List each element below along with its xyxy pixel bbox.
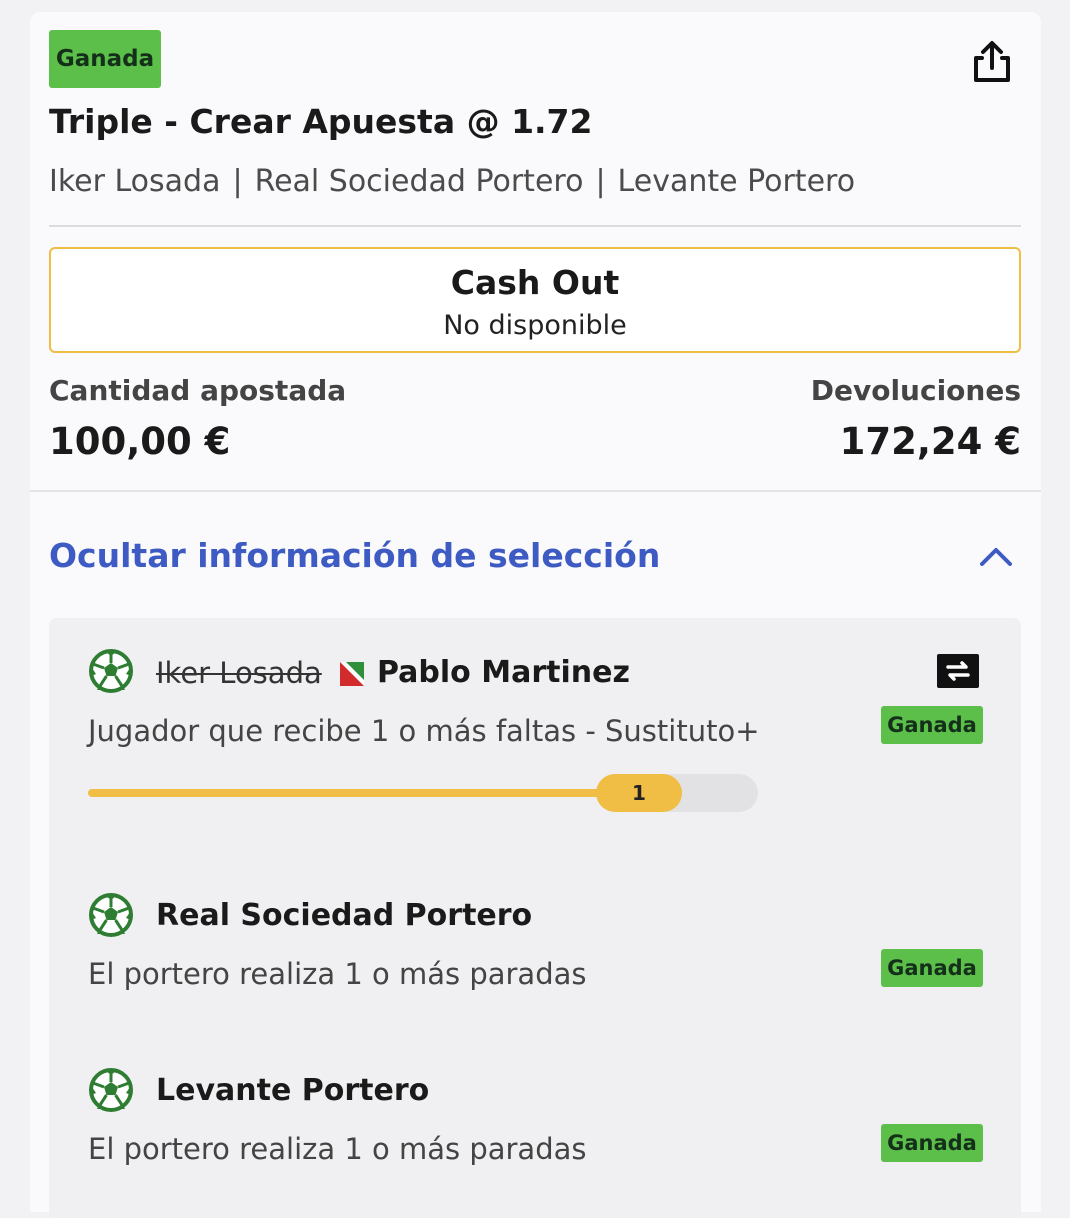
share-icon[interactable] <box>968 38 1016 86</box>
cashout-subtitle: No disponible <box>443 310 627 341</box>
selection-item: Iker Losada Pablo Martinez Jugador que r… <box>49 618 1021 848</box>
progress-bar: 1 <box>88 774 758 812</box>
cashout-title: Cash Out <box>450 263 620 302</box>
chevron-up-icon[interactable] <box>978 542 1014 570</box>
selection-name: Levante Portero <box>156 1073 430 1108</box>
bet-title: Triple - Crear Apuesta @ 1.72 <box>49 102 593 141</box>
selection-item: Real Sociedad Portero El portero realiza… <box>49 868 1021 1028</box>
selection-name: Pablo Martinez <box>377 655 630 690</box>
selection-market: El portero realiza 1 o más paradas <box>88 1132 587 1166</box>
hide-selection-info-link[interactable]: Ocultar información de selección <box>49 536 660 575</box>
selection-item: Levante Portero El portero realiza 1 o m… <box>49 1048 1021 1208</box>
legs-separator: | <box>232 164 243 199</box>
legs-summary: Iker Losada | Real Sociedad Portero | Levant… <box>49 164 855 199</box>
selections-panel: Iker Losada Pablo Martinez Jugador que r… <box>49 618 1021 1218</box>
selection-status-badge: Ganada <box>881 1124 983 1162</box>
bet-card: Ganada Triple - Crear Apuesta @ 1.72 Ike… <box>30 12 1041 1218</box>
progress-fill <box>88 789 616 797</box>
returns-label: Devoluciones <box>810 374 1021 407</box>
bet-status-badge: Ganada <box>49 30 161 88</box>
stake-value: 100,00 € <box>49 420 231 463</box>
returns-value: 172,24 € <box>839 420 1021 463</box>
soccer-ball-icon <box>88 1067 134 1113</box>
replaced-player-name: Iker Losada <box>156 656 322 690</box>
selection-market: Jugador que recibe 1 o más faltas - Sust… <box>88 714 760 748</box>
stake-label: Cantidad apostada <box>49 374 347 407</box>
stake-divider <box>30 490 1041 492</box>
legs-separator: | <box>595 164 606 199</box>
substitution-icon <box>937 654 979 688</box>
soccer-ball-icon <box>88 892 134 938</box>
cashout-button[interactable]: Cash Out No disponible <box>49 247 1021 353</box>
selection-status-badge: Ganada <box>881 949 983 987</box>
soccer-ball-icon <box>88 648 134 694</box>
selection-market: El portero realiza 1 o más paradas <box>88 957 587 991</box>
legs-summary-item: Iker Losada <box>49 164 221 199</box>
selection-status-badge: Ganada <box>881 706 983 744</box>
team-flag-icon <box>340 662 364 686</box>
progress-marker: 1 <box>596 774 682 812</box>
header-divider <box>49 225 1021 227</box>
selection-name: Real Sociedad Portero <box>156 898 533 933</box>
legs-summary-item: Real Sociedad Portero <box>254 164 584 199</box>
legs-summary-item: Levante Portero <box>617 164 856 199</box>
